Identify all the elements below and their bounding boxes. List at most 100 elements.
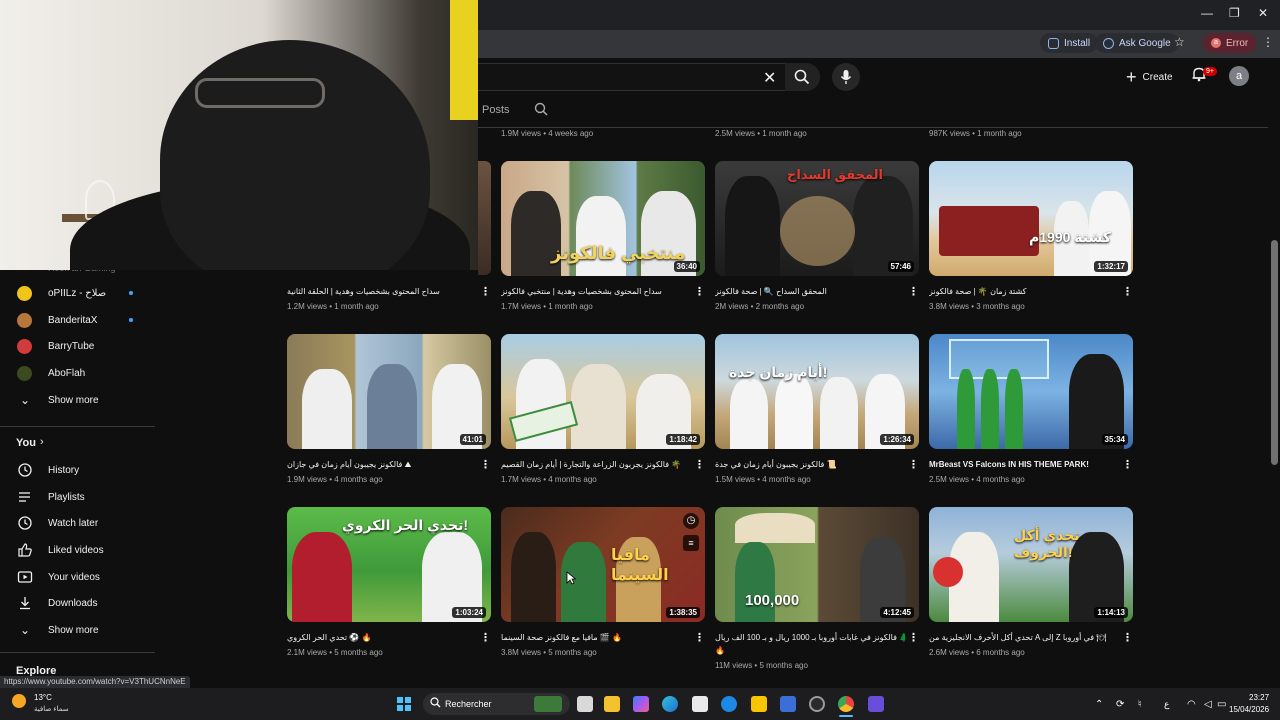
active-app-indicator [839,715,853,717]
thumbnail-overlay-text: تحدي الحر الكروي! [342,517,469,533]
create-button[interactable]: + Create [1118,64,1181,90]
video-title[interactable]: MrBeast VS Falcons IN HIS THEME PARK! [929,459,1119,470]
weather-temperature[interactable]: 13°C [34,693,52,702]
video-title[interactable]: مافيا مع فالكونز صحة السينما 🎬 🔥 [501,632,691,643]
video-title[interactable]: المحقق السداح 🔍 | صحة فالكونز [715,286,905,297]
sidebar-item-liked-videos[interactable]: Liked videos [0,537,155,563]
sidebar-item-playlists[interactable]: Playlists [0,484,155,510]
taskbar-widget-icon[interactable] [534,696,562,712]
subscription-item[interactable]: BanderitaX [0,307,155,333]
video-title[interactable]: تحدي أكل الأحرف الانجليزية من A إلى Z في… [929,632,1119,643]
task-view-icon[interactable] [577,696,593,712]
clear-search-icon[interactable]: ✕ [763,68,776,88]
you-label: You [16,437,36,449]
scrollbar-thumb[interactable] [1271,240,1278,465]
show-more-subscriptions[interactable]: ⌄ Show more [0,387,155,413]
store-icon[interactable] [692,696,708,712]
subscription-item[interactable]: BarryTube [0,333,155,359]
video-thumbnail[interactable]: مافيا السينما ◷ ≡ 1:38:35 [501,507,705,622]
language-indicator[interactable]: ع [1164,699,1169,710]
thumbnail-overlay-text: كشتة 1990م [1029,229,1111,245]
video-menu-icon[interactable]: ⋮ [480,460,491,471]
video-thumbnail-partial[interactable] [478,161,491,275]
copilot-icon[interactable] [633,696,649,712]
subscription-item[interactable]: AboFlah [0,360,155,386]
ask-google-button[interactable]: Ask Google [1095,33,1179,53]
video-title[interactable]: فالكونز يجيبون أيام زمان في جازان ⛰ [287,459,477,470]
video-title[interactable]: فالكونز يجربون الزراعة والتجارة | أيام ز… [501,459,691,470]
video-thumbnail[interactable]: 1:18:42 [501,334,705,449]
profile-error-button[interactable]: a Error [1203,33,1257,53]
settings-gear-icon[interactable] [809,696,825,712]
volume-icon[interactable]: ◁ [1204,699,1212,710]
video-thumbnail[interactable]: أيام زمان جدة! 1:26:34 [715,334,919,449]
video-thumbnail[interactable]: 41:01 [287,334,491,449]
mail-icon[interactable] [780,696,796,712]
file-explorer-icon[interactable] [604,696,620,712]
account-avatar[interactable]: a [1229,66,1249,86]
clock-date[interactable]: 15/04/2026 [1229,705,1269,714]
show-more-you[interactable]: ⌄ Show more [0,617,155,643]
video-title[interactable]: فالكونز في غابات أوروبا بـ 1000 ريال و ب… [715,632,905,643]
channel-search-icon[interactable] [534,102,548,116]
video-menu-icon[interactable]: ⋮ [908,287,919,298]
video-menu-icon[interactable]: ⋮ [694,287,705,298]
tray-app-icon[interactable]: ⟳ [1116,699,1124,710]
you-section-header[interactable]: You › [0,432,155,454]
windows-start-icon[interactable] [397,697,411,711]
clock-time[interactable]: 23:27 [1249,693,1269,702]
downloads-icon [20,597,30,610]
video-thumbnail[interactable]: كشتة 1990م 1:32:17 [929,161,1133,276]
video-menu-icon[interactable]: ⋮ [1122,460,1133,471]
video-menu-icon[interactable]: ⋮ [694,633,705,644]
sidebar-item-downloads[interactable]: Downloads [0,590,155,616]
app-icon-purple[interactable] [868,696,884,712]
app-icon-yellow[interactable] [751,696,767,712]
channel-name: AboFlah [48,367,86,379]
video-title[interactable]: سداح المحتوى بشخصيات وهدية | الحلقة الثا… [287,286,477,297]
close-window-icon[interactable]: ✕ [1258,6,1268,20]
video-menu-icon[interactable]: ⋮ [1122,287,1133,298]
watch-later-icon[interactable]: ◷ [683,513,699,529]
tray-chevron-up-icon[interactable]: ⌃ [1095,699,1103,710]
webcam-glasses [195,78,325,108]
video-menu-icon[interactable]: ⋮ [908,633,919,644]
wifi-icon[interactable]: ◠ [1187,699,1196,710]
microphone-tray-icon[interactable]: ♮ [1138,699,1142,710]
video-menu-icon[interactable]: ⋮ [694,460,705,471]
tab-posts[interactable]: Posts [482,104,510,116]
video-menu-icon[interactable]: ⋮ [480,287,491,298]
video-menu-icon[interactable]: ⋮ [908,460,919,471]
weather-moon-icon[interactable] [12,694,26,708]
video-thumbnail[interactable]: المحقق السداح 57:46 [715,161,919,276]
maximize-icon[interactable]: ❐ [1229,6,1240,20]
install-button[interactable]: Install [1040,33,1099,53]
video-thumbnail[interactable]: 35:34 [929,334,1133,449]
app-icon-blue[interactable] [721,696,737,712]
video-title[interactable]: تحدي الحر الكروي ⚽ 🔥 [287,632,477,643]
subscription-item[interactable]: oPIILz - صلاح [0,280,155,306]
video-title[interactable]: فالكونز يجيبون أيام زمان في جدة 📜 [715,459,905,470]
sidebar-item-history[interactable]: History [0,457,155,483]
video-title[interactable]: كشتة زمان 🌴 | صحة فالكونز [929,286,1119,297]
new-content-dot [129,291,133,295]
video-thumbnail[interactable]: منتخبي فالكونز 36:40 [501,161,705,276]
chrome-icon[interactable] [838,696,854,712]
battery-icon[interactable]: ▭ [1217,699,1226,710]
bookmark-star-icon[interactable]: ☆ [1174,35,1185,49]
minimize-icon[interactable]: — [1201,6,1213,20]
video-meta-prev-1: 1.9M views • 4 weeks ago [501,129,594,138]
add-to-queue-icon[interactable]: ≡ [683,535,699,551]
sidebar-item-your-videos[interactable]: Your videos [0,564,155,590]
video-thumbnail[interactable]: تحدي أكل الحروف! 1:14:13 [929,507,1133,622]
video-title[interactable]: سداح المحتوى بشخصيات وهدية | منتخبي فالك… [501,286,691,297]
video-menu-icon[interactable]: ⋮ [1122,633,1133,644]
video-thumbnail[interactable]: 100,000 4:12:45 [715,507,919,622]
browser-menu-icon[interactable]: ⋮ [1262,35,1274,49]
edge-icon[interactable] [662,696,678,712]
video-thumbnail[interactable]: تحدي الحر الكروي! 1:03:24 [287,507,491,622]
your-videos-icon [17,571,33,583]
sidebar-item-watch-later[interactable]: Watch later [0,510,155,536]
video-menu-icon[interactable]: ⋮ [480,633,491,644]
video-meta: 1.7M views • 4 months ago [501,475,597,484]
